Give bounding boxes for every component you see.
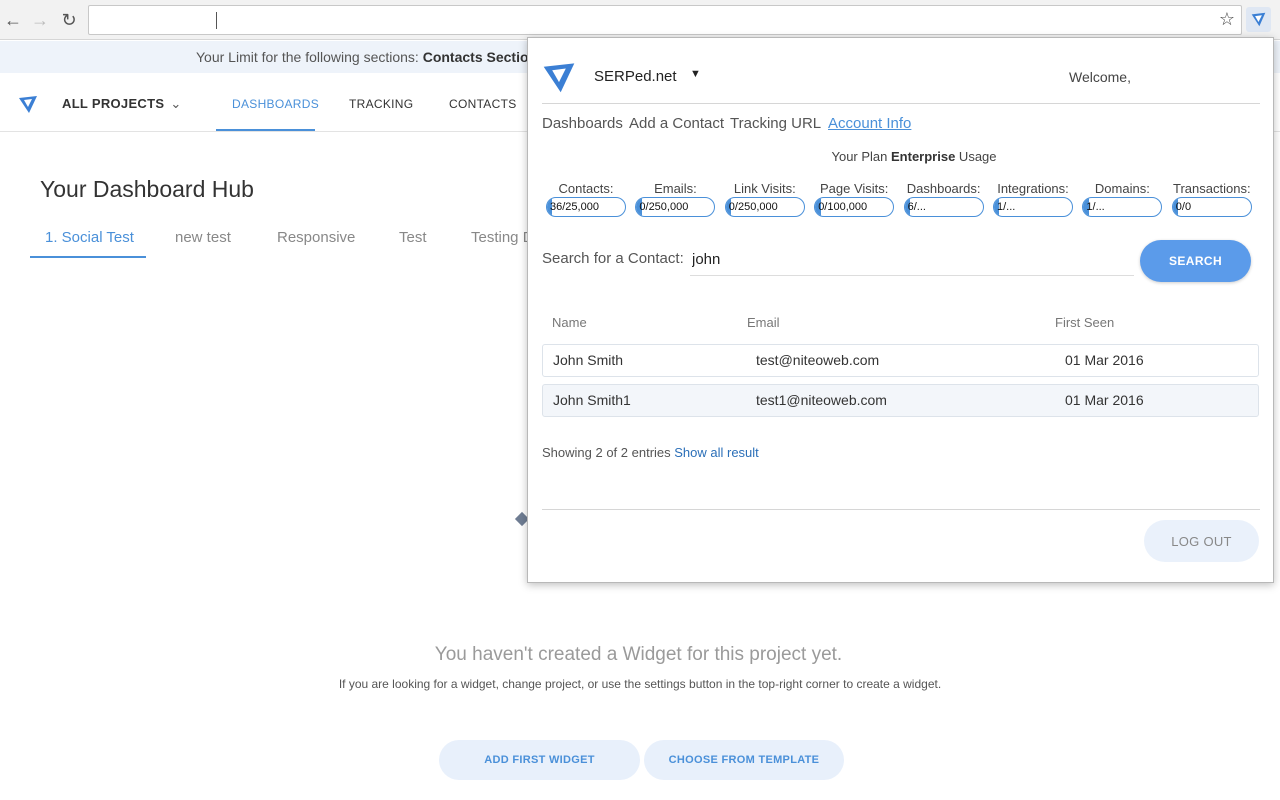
plan-usage-heading: Your Plan Enterprise Usage (831, 149, 997, 164)
popup-link-add-contact[interactable]: Add a Contact (629, 115, 724, 132)
usage-meter: Dashboards: 6/... (903, 181, 984, 217)
usage-bar: 1/... (1082, 197, 1163, 217)
text-cursor (216, 12, 217, 29)
nav-dashboards[interactable]: DASHBOARDS (232, 97, 319, 111)
usage-meter: Emails: 0/250,000 (635, 181, 716, 217)
usage-value: 0/0 (1175, 201, 1192, 213)
tab-responsive[interactable]: Responsive (277, 229, 355, 246)
table-row[interactable]: John Smith1 test1@niteoweb.com 01 Mar 20… (542, 384, 1259, 417)
empty-state-title: You haven't created a Widget for this pr… (434, 644, 843, 665)
usage-label: Transactions: (1173, 181, 1251, 196)
usage-value: 1/... (1086, 201, 1105, 213)
usage-meter: Transactions: 0/0 (1171, 181, 1252, 217)
tab-social-test[interactable]: 1. Social Test (45, 229, 134, 246)
contact-name: John Smith (553, 352, 624, 368)
usage-value: 0/100,000 (818, 201, 868, 213)
search-label: Search for a Contact: (542, 250, 684, 267)
usage-bar: 6/... (903, 197, 984, 217)
usage-bar: 1/... (993, 197, 1073, 217)
usage-meter: Integrations: 1/... (993, 181, 1073, 217)
divider (542, 509, 1260, 510)
star-icon[interactable]: ☆ (1219, 9, 1235, 30)
serped-extension-popup: SERPed.net ▼ Welcome, Dashboards Add a Co… (527, 37, 1274, 583)
usage-label: Page Visits: (819, 181, 889, 196)
table-row[interactable]: John Smith test@niteoweb.com 01 Mar 2016 (542, 344, 1259, 377)
contact-first-seen: 01 Mar 2016 (1065, 352, 1144, 368)
tab-new-test[interactable]: new test (175, 229, 231, 246)
popup-link-tracking-url[interactable]: Tracking URL (730, 115, 821, 132)
welcome-text: Welcome, (1069, 69, 1131, 85)
usage-value: 0/250,000 (728, 201, 778, 213)
contact-search-input[interactable] (690, 244, 1134, 276)
contact-first-seen: 01 Mar 2016 (1065, 392, 1144, 408)
contact-name: John Smith1 (553, 392, 631, 408)
column-header-first-seen: First Seen (1055, 315, 1115, 330)
usage-bar: 0/250,000 (635, 197, 716, 217)
usage-label: Domains: (1094, 181, 1150, 196)
usage-meter: Link Visits: 0/250,000 (724, 181, 805, 217)
usage-bar: 0/0 (1171, 197, 1252, 217)
usage-value: 36/25,000 (550, 201, 599, 213)
chevron-down-icon: ⌄ (170, 96, 182, 111)
serped-logo-icon[interactable] (18, 94, 38, 114)
active-tab-indicator (30, 256, 146, 258)
usage-label: Integrations: (997, 181, 1069, 196)
usage-bar: 36/25,000 (546, 197, 626, 217)
choose-from-template-button[interactable]: CHOOSE FROM TEMPLATE (644, 740, 844, 780)
usage-meter: Contacts: 36/25,000 (546, 181, 626, 217)
nav-tracking[interactable]: TRACKING (349, 97, 413, 111)
usage-label: Contacts: (558, 181, 614, 196)
page-title: Your Dashboard Hub (40, 176, 254, 202)
contact-email: test1@niteoweb.com (756, 392, 887, 408)
column-header-name: Name (552, 315, 587, 330)
serped-logo-icon (1251, 12, 1266, 27)
usage-label: Dashboards: (906, 181, 981, 196)
reload-icon[interactable]: ↻ (58, 9, 80, 31)
popup-link-dashboards[interactable]: Dashboards (542, 115, 623, 132)
usage-meter: Page Visits: 0/100,000 (814, 181, 895, 217)
back-arrow-icon[interactable]: ← (2, 9, 24, 31)
address-bar[interactable]: ☆ (88, 5, 1242, 35)
entries-summary: Showing 2 of 2 entries Show all result (542, 445, 759, 460)
browser-toolbar: ← → ↻ ☆ (0, 0, 1280, 40)
show-all-results-link[interactable]: Show all result (674, 445, 759, 460)
nav-contacts[interactable]: CONTACTS (449, 97, 517, 111)
column-header-email: Email (747, 315, 780, 330)
usage-label: Link Visits: (733, 181, 796, 196)
empty-state-subtitle: If you are looking for a widget, change … (338, 677, 942, 691)
popup-link-account-info[interactable]: Account Info (828, 115, 911, 132)
forward-arrow-icon[interactable]: → (29, 9, 51, 31)
usage-value: 6/... (907, 201, 926, 213)
usage-value: 0/250,000 (639, 201, 689, 213)
serped-logo-icon (543, 63, 575, 93)
divider (542, 103, 1260, 104)
tab-test[interactable]: Test (399, 229, 427, 246)
all-projects-dropdown[interactable]: ALL PROJECTS ⌄ (62, 96, 182, 112)
search-button[interactable]: SEARCH (1140, 240, 1251, 282)
limit-notice-text: Your Limit for the following sections: C… (196, 49, 538, 65)
usage-bar: 0/250,000 (724, 197, 805, 217)
add-first-widget-button[interactable]: ADD FIRST WIDGET (439, 740, 640, 780)
tab-testing[interactable]: Testing D (471, 229, 534, 246)
plan-name: Enterprise (891, 149, 956, 164)
extension-button[interactable] (1246, 7, 1271, 32)
active-nav-indicator (216, 129, 315, 131)
contact-email: test@niteoweb.com (756, 352, 880, 368)
usage-meter: Domains: 1/... (1082, 181, 1163, 217)
usage-bar: 0/100,000 (814, 197, 895, 217)
limit-sections: Contacts Section (422, 49, 538, 65)
usage-label: Emails: (654, 181, 697, 196)
caret-down-icon: ▼ (690, 68, 701, 80)
brand-dropdown[interactable]: SERPed.net ▼ (594, 68, 701, 85)
logout-button[interactable]: LOG OUT (1144, 520, 1259, 562)
usage-value: 1/... (997, 201, 1016, 213)
